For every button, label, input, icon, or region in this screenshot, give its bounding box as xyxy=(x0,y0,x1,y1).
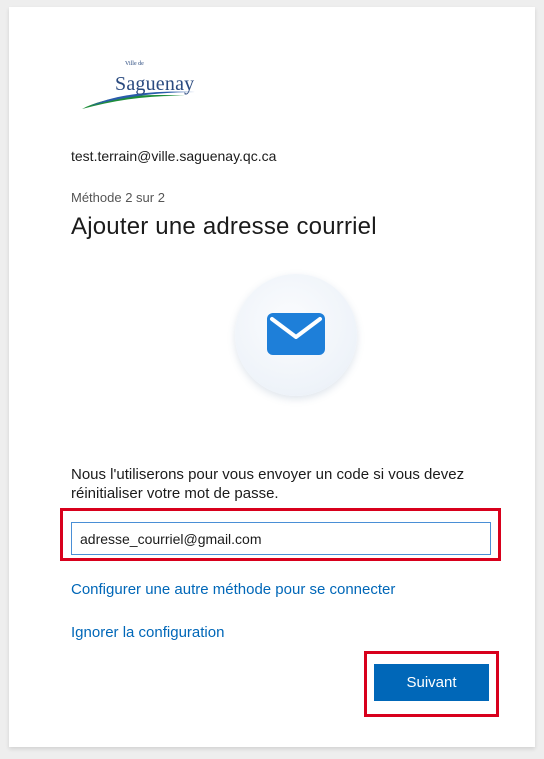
email-field[interactable] xyxy=(71,522,491,555)
account-email: test.terrain@ville.saguenay.qc.ca xyxy=(71,148,277,164)
description-text: Nous l'utiliserons pour vous envoyer un … xyxy=(71,466,465,502)
logo-wordmark: Saguenay xyxy=(115,73,195,95)
saguenay-logo: Ville de Saguenay xyxy=(80,59,220,115)
envelope-icon xyxy=(267,313,325,355)
email-illustration xyxy=(235,274,357,396)
page: Ville de Saguenay test.terrain@ville.sag… xyxy=(0,0,544,759)
next-button[interactable]: Suivant xyxy=(374,664,489,701)
skip-setup-link[interactable]: Ignorer la configuration xyxy=(71,624,224,641)
logo-ville-text: Ville de xyxy=(125,61,144,67)
method-step-label: Méthode 2 sur 2 xyxy=(71,190,165,205)
other-method-link[interactable]: Configurer une autre méthode pour se con… xyxy=(71,581,395,598)
page-title: Ajouter une adresse courriel xyxy=(71,213,377,240)
